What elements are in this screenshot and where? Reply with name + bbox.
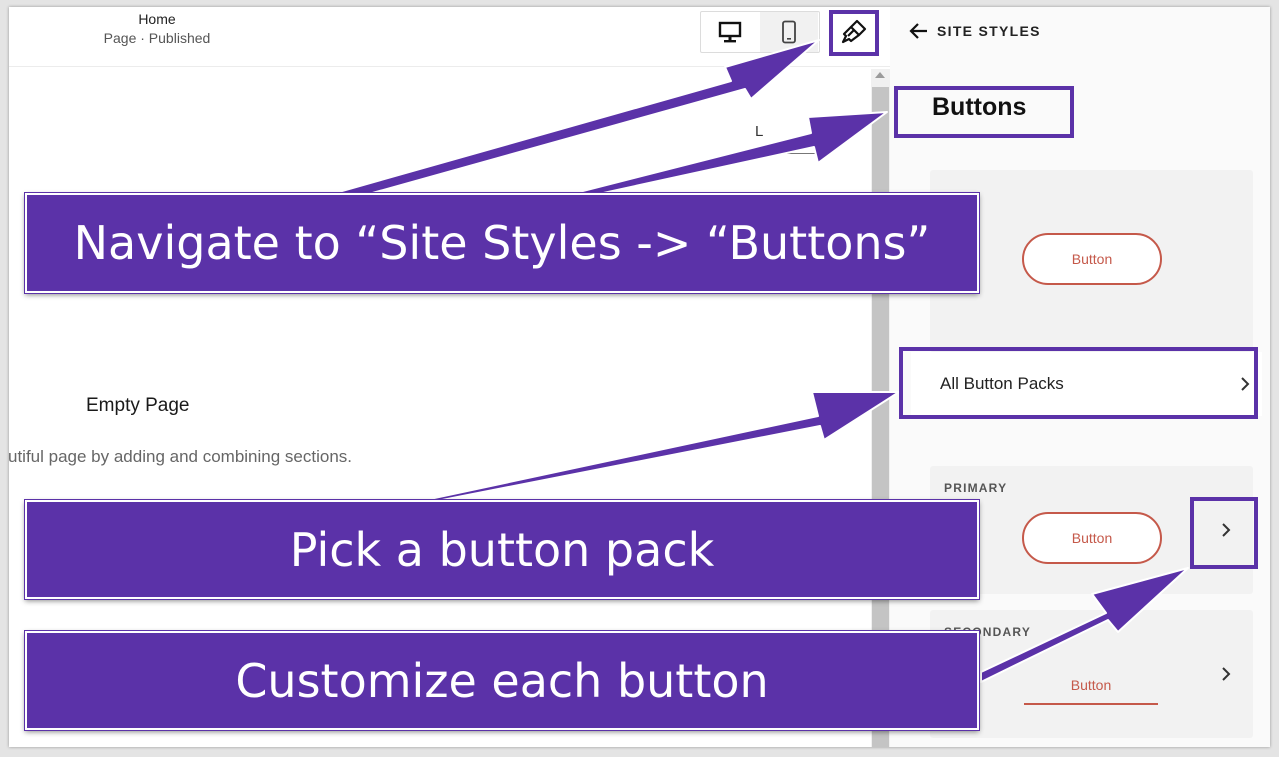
canvas-heading-fragment: L bbox=[755, 123, 764, 140]
desktop-view-button[interactable] bbox=[701, 12, 759, 52]
back-to-site-styles-button[interactable]: SITE STYLES bbox=[909, 20, 1041, 42]
paintbrush-icon bbox=[841, 19, 867, 44]
secondary-button-preview: Button bbox=[1024, 667, 1158, 705]
primary-label: PRIMARY bbox=[944, 481, 1008, 495]
scroll-up-arrow-icon[interactable] bbox=[875, 72, 885, 78]
empty-page-description: utiful page by adding and combining sect… bbox=[9, 447, 353, 466]
chevron-right-icon bbox=[1234, 373, 1256, 395]
canvas-divider bbox=[755, 153, 815, 154]
desktop-icon bbox=[718, 21, 742, 43]
primary-button-card[interactable]: PRIMARY Button bbox=[930, 466, 1253, 594]
site-styles-button[interactable] bbox=[831, 10, 877, 54]
all-button-packs-row[interactable]: All Button Packs bbox=[911, 352, 1262, 416]
secondary-label: SECONDARY bbox=[944, 625, 1032, 639]
empty-page-title: Empty Page bbox=[86, 395, 190, 416]
editor-scrollbar[interactable] bbox=[871, 69, 890, 747]
editor-topbar: Home Page · Published bbox=[9, 7, 890, 67]
mobile-icon bbox=[782, 20, 796, 44]
scrollbar-thumb[interactable] bbox=[872, 87, 889, 747]
arrow-left-icon bbox=[909, 23, 927, 39]
primary-button-preview: Button bbox=[1022, 512, 1162, 564]
chevron-right-icon[interactable] bbox=[1215, 663, 1237, 685]
preview-button: Button bbox=[1022, 233, 1162, 285]
back-label: SITE STYLES bbox=[937, 23, 1041, 39]
browser-frame: Home Page · Published L Empty Page utifu… bbox=[9, 7, 1270, 747]
all-button-packs-label: All Button Packs bbox=[940, 374, 1064, 393]
page-status: Page · Published bbox=[103, 30, 211, 46]
secondary-button-card[interactable]: SECONDARY Button bbox=[930, 610, 1253, 738]
page-editor: Home Page · Published L Empty Page utifu… bbox=[9, 7, 890, 747]
site-styles-panel: SITE STYLES Buttons Button All Button Pa… bbox=[890, 7, 1270, 747]
panel-heading: Buttons bbox=[932, 93, 1027, 121]
device-toggle bbox=[700, 11, 820, 53]
chevron-right-icon[interactable] bbox=[1215, 519, 1237, 541]
button-preview-card: Button bbox=[930, 170, 1253, 352]
page-title[interactable]: Home bbox=[99, 11, 215, 27]
mobile-view-button[interactable] bbox=[760, 12, 818, 52]
